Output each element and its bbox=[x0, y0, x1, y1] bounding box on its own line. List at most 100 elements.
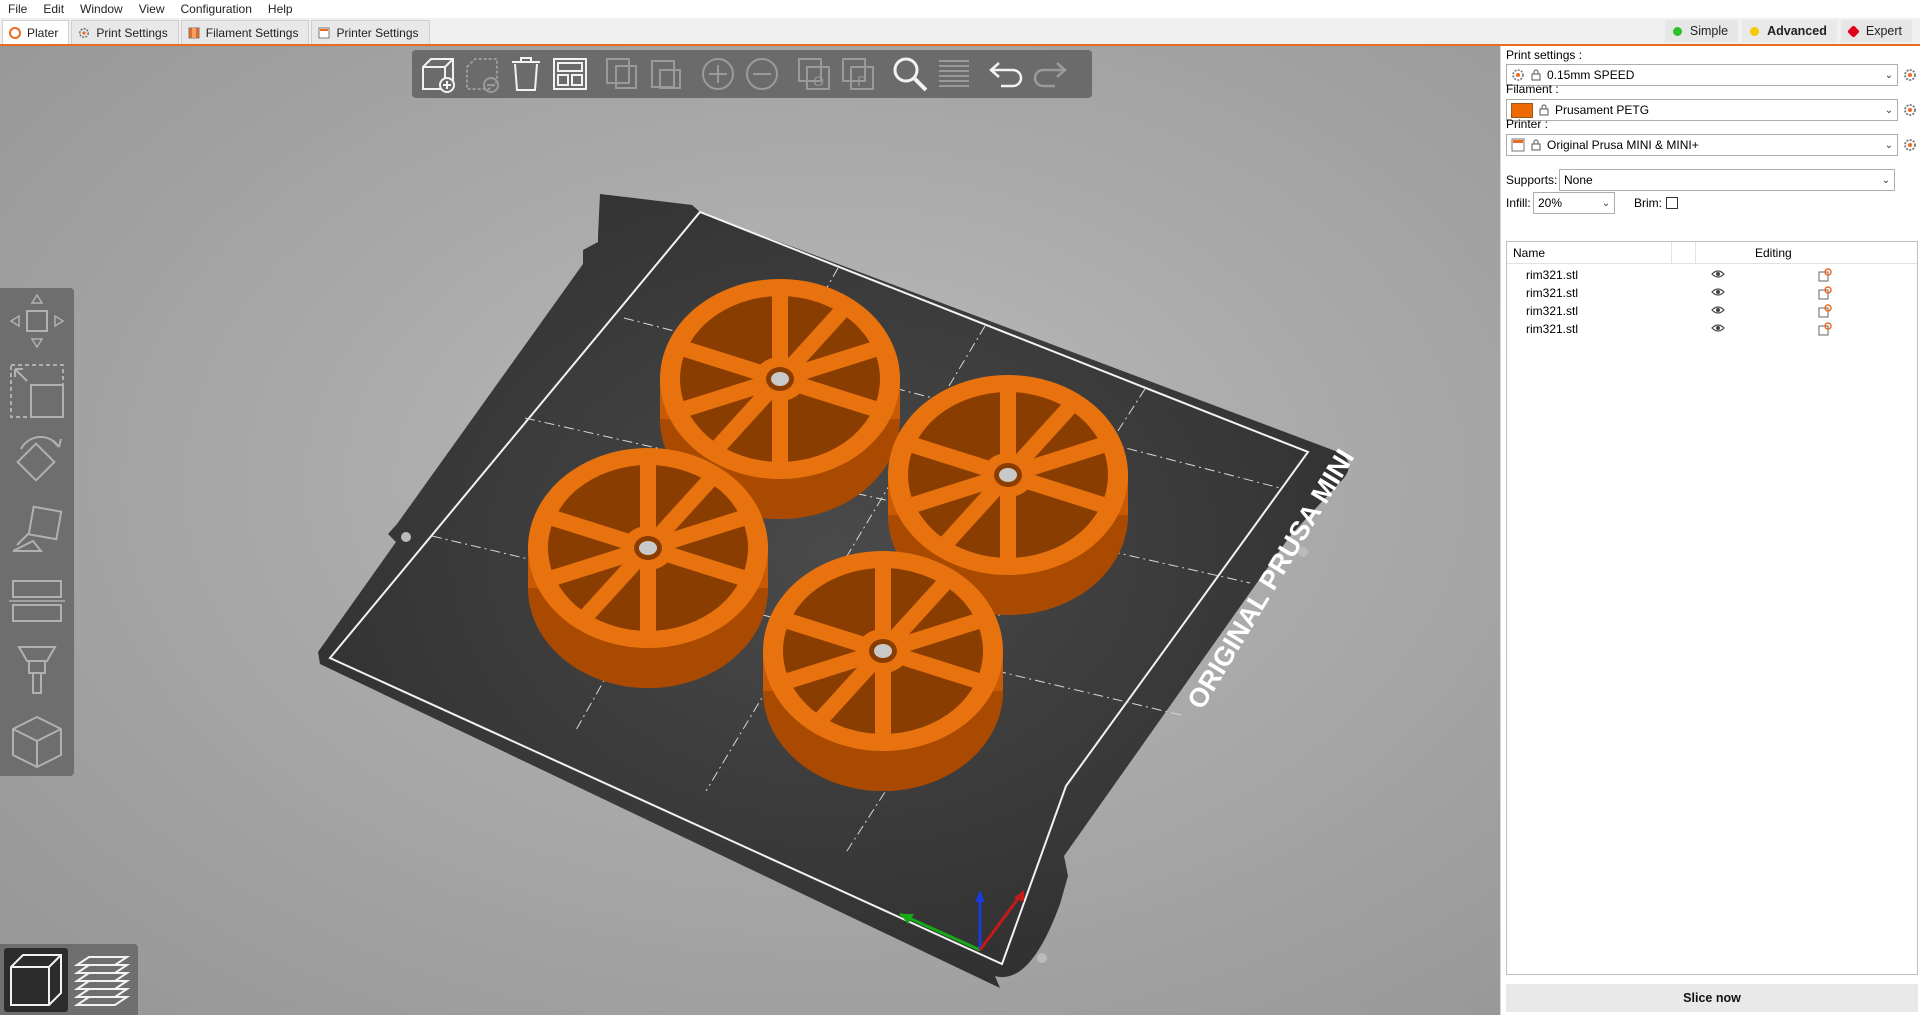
column-name-header: Name bbox=[1513, 246, 1546, 260]
edit-settings-icon[interactable] bbox=[1818, 268, 1832, 282]
paste-icon bbox=[651, 60, 681, 89]
add-instance-button[interactable] bbox=[696, 52, 740, 96]
edit-settings-icon[interactable] bbox=[1818, 286, 1832, 300]
object-name: rim321.stl bbox=[1526, 304, 1579, 318]
list-item[interactable]: rim321.stl bbox=[1507, 318, 1917, 340]
add-object-button[interactable] bbox=[416, 52, 460, 96]
search-button[interactable] bbox=[888, 52, 932, 96]
gear-icon bbox=[78, 27, 90, 39]
filament-combo[interactable]: Prusament PETG ⌄ bbox=[1506, 99, 1898, 121]
tab-printer-settings[interactable]: Printer Settings bbox=[311, 20, 430, 44]
delete-all-button[interactable] bbox=[504, 52, 548, 96]
edit-settings-icon[interactable] bbox=[1818, 322, 1832, 336]
layers-icon bbox=[939, 60, 969, 87]
move-tool-button[interactable] bbox=[4, 288, 70, 354]
undo-button[interactable] bbox=[984, 52, 1028, 96]
plater-scene: ORIGINAL PRUSA MINI bbox=[318, 194, 1360, 988]
delete-object-button[interactable] bbox=[460, 52, 504, 96]
3d-view-button[interactable] bbox=[4, 948, 68, 1012]
split-objects-icon: O bbox=[798, 58, 830, 90]
scale-tool-button[interactable] bbox=[4, 358, 70, 424]
printer-combo[interactable]: Original Prusa MINI & MINI+ ⌄ bbox=[1506, 134, 1898, 156]
tab-filament-settings-label: Filament Settings bbox=[205, 25, 299, 40]
menu-window[interactable]: Window bbox=[72, 2, 131, 16]
slice-now-button[interactable]: Slice now bbox=[1506, 984, 1918, 1012]
filament-spool-icon bbox=[188, 27, 200, 39]
print-settings-label: Print settings : bbox=[1506, 48, 1583, 62]
layers-editing-button[interactable] bbox=[932, 52, 976, 96]
filament-gear-icon[interactable] bbox=[1903, 103, 1917, 117]
split-parts-button[interactable]: P bbox=[836, 52, 880, 96]
left-gizmo-toolbar bbox=[0, 288, 74, 776]
cube-icon bbox=[12, 715, 62, 769]
eye-icon[interactable] bbox=[1711, 323, 1725, 333]
infill-combo[interactable]: 20% ⌄ bbox=[1533, 192, 1615, 214]
mode-expert[interactable]: Expert bbox=[1840, 20, 1912, 42]
split-objects-button[interactable]: O bbox=[792, 52, 836, 96]
menu-help[interactable]: Help bbox=[260, 2, 301, 16]
advanced-mode-dot-icon bbox=[1750, 26, 1760, 36]
object-list: Name Editing rim321.stl rim321.stl rim32… bbox=[1506, 241, 1918, 975]
mode-advanced[interactable]: Advanced bbox=[1742, 20, 1837, 42]
variable-layer-button[interactable] bbox=[4, 708, 70, 774]
supports-value: None bbox=[1564, 173, 1593, 187]
tab-filament-settings[interactable]: Filament Settings bbox=[180, 20, 310, 44]
object-name: rim321.stl bbox=[1526, 268, 1579, 282]
model-rim-4[interactable] bbox=[763, 551, 1003, 791]
place-on-face-icon bbox=[12, 505, 63, 552]
layers-preview-icon bbox=[73, 956, 131, 1006]
menu-edit[interactable]: Edit bbox=[35, 2, 72, 16]
plater-icon bbox=[9, 26, 21, 39]
edit-settings-icon[interactable] bbox=[1818, 304, 1832, 318]
menu-view[interactable]: View bbox=[131, 2, 173, 16]
move-icon bbox=[9, 293, 65, 349]
preview-button[interactable] bbox=[70, 948, 134, 1012]
eye-icon[interactable] bbox=[1711, 305, 1725, 315]
cut-tool-button[interactable] bbox=[4, 568, 70, 634]
paint-supports-button[interactable] bbox=[4, 638, 70, 704]
printer-label: Printer : bbox=[1506, 117, 1549, 131]
mode-simple[interactable]: Simple bbox=[1664, 20, 1739, 42]
printer-gear-icon[interactable] bbox=[1903, 138, 1917, 152]
infill-label: Infill: bbox=[1506, 196, 1531, 210]
brim-checkbox[interactable] bbox=[1666, 197, 1678, 209]
place-on-face-button[interactable] bbox=[4, 498, 70, 564]
print-settings-combo[interactable]: 0.15mm SPEED ⌄ bbox=[1506, 64, 1898, 86]
undo-icon bbox=[989, 62, 1023, 88]
remove-instance-button[interactable] bbox=[740, 52, 784, 96]
redo-button[interactable] bbox=[1028, 52, 1072, 96]
chevron-down-icon: ⌄ bbox=[1884, 104, 1894, 116]
tab-plater[interactable]: Plater bbox=[2, 20, 70, 44]
tab-bar: Plater Print Settings Filament Settings … bbox=[0, 18, 1920, 46]
filament-color-swatch bbox=[1511, 102, 1533, 118]
arrange-button[interactable] bbox=[548, 52, 592, 96]
view-switcher bbox=[0, 944, 138, 1015]
filament-label: Filament : bbox=[1506, 82, 1559, 96]
menu-file[interactable]: File bbox=[0, 2, 35, 16]
supports-combo[interactable]: None ⌄ bbox=[1559, 169, 1895, 191]
rotate-tool-button[interactable] bbox=[4, 428, 70, 494]
redo-icon bbox=[1033, 62, 1067, 88]
split-parts-icon: P bbox=[842, 58, 874, 90]
chevron-down-icon: ⌄ bbox=[1601, 197, 1611, 209]
paste-button[interactable] bbox=[644, 52, 688, 96]
remove-cube-icon bbox=[466, 58, 499, 93]
copy-button[interactable] bbox=[600, 52, 644, 96]
print-settings-gear-icon[interactable] bbox=[1903, 68, 1917, 82]
eye-icon[interactable] bbox=[1711, 287, 1725, 297]
lock-icon bbox=[1531, 69, 1541, 81]
arrange-icon bbox=[553, 58, 587, 90]
tab-print-settings[interactable]: Print Settings bbox=[71, 20, 179, 44]
print-profile-icon bbox=[1512, 69, 1524, 81]
mode-simple-label: Simple bbox=[1689, 24, 1729, 38]
svg-text:P: P bbox=[857, 73, 866, 89]
settings-sidebar: Print settings : 0.15mm SPEED ⌄ Filament… bbox=[1500, 46, 1920, 1015]
3d-viewport[interactable]: ORIGINAL PRUSA MINI O P bbox=[0, 46, 1500, 1015]
menu-bar: File Edit Window View Configuration Help bbox=[0, 0, 1920, 18]
model-rim-3[interactable] bbox=[528, 448, 768, 688]
search-icon bbox=[893, 57, 928, 92]
eye-icon[interactable] bbox=[1711, 269, 1725, 279]
printer-value: Original Prusa MINI & MINI+ bbox=[1547, 138, 1699, 152]
infill-value: 20% bbox=[1538, 196, 1563, 210]
menu-configuration[interactable]: Configuration bbox=[173, 2, 260, 16]
